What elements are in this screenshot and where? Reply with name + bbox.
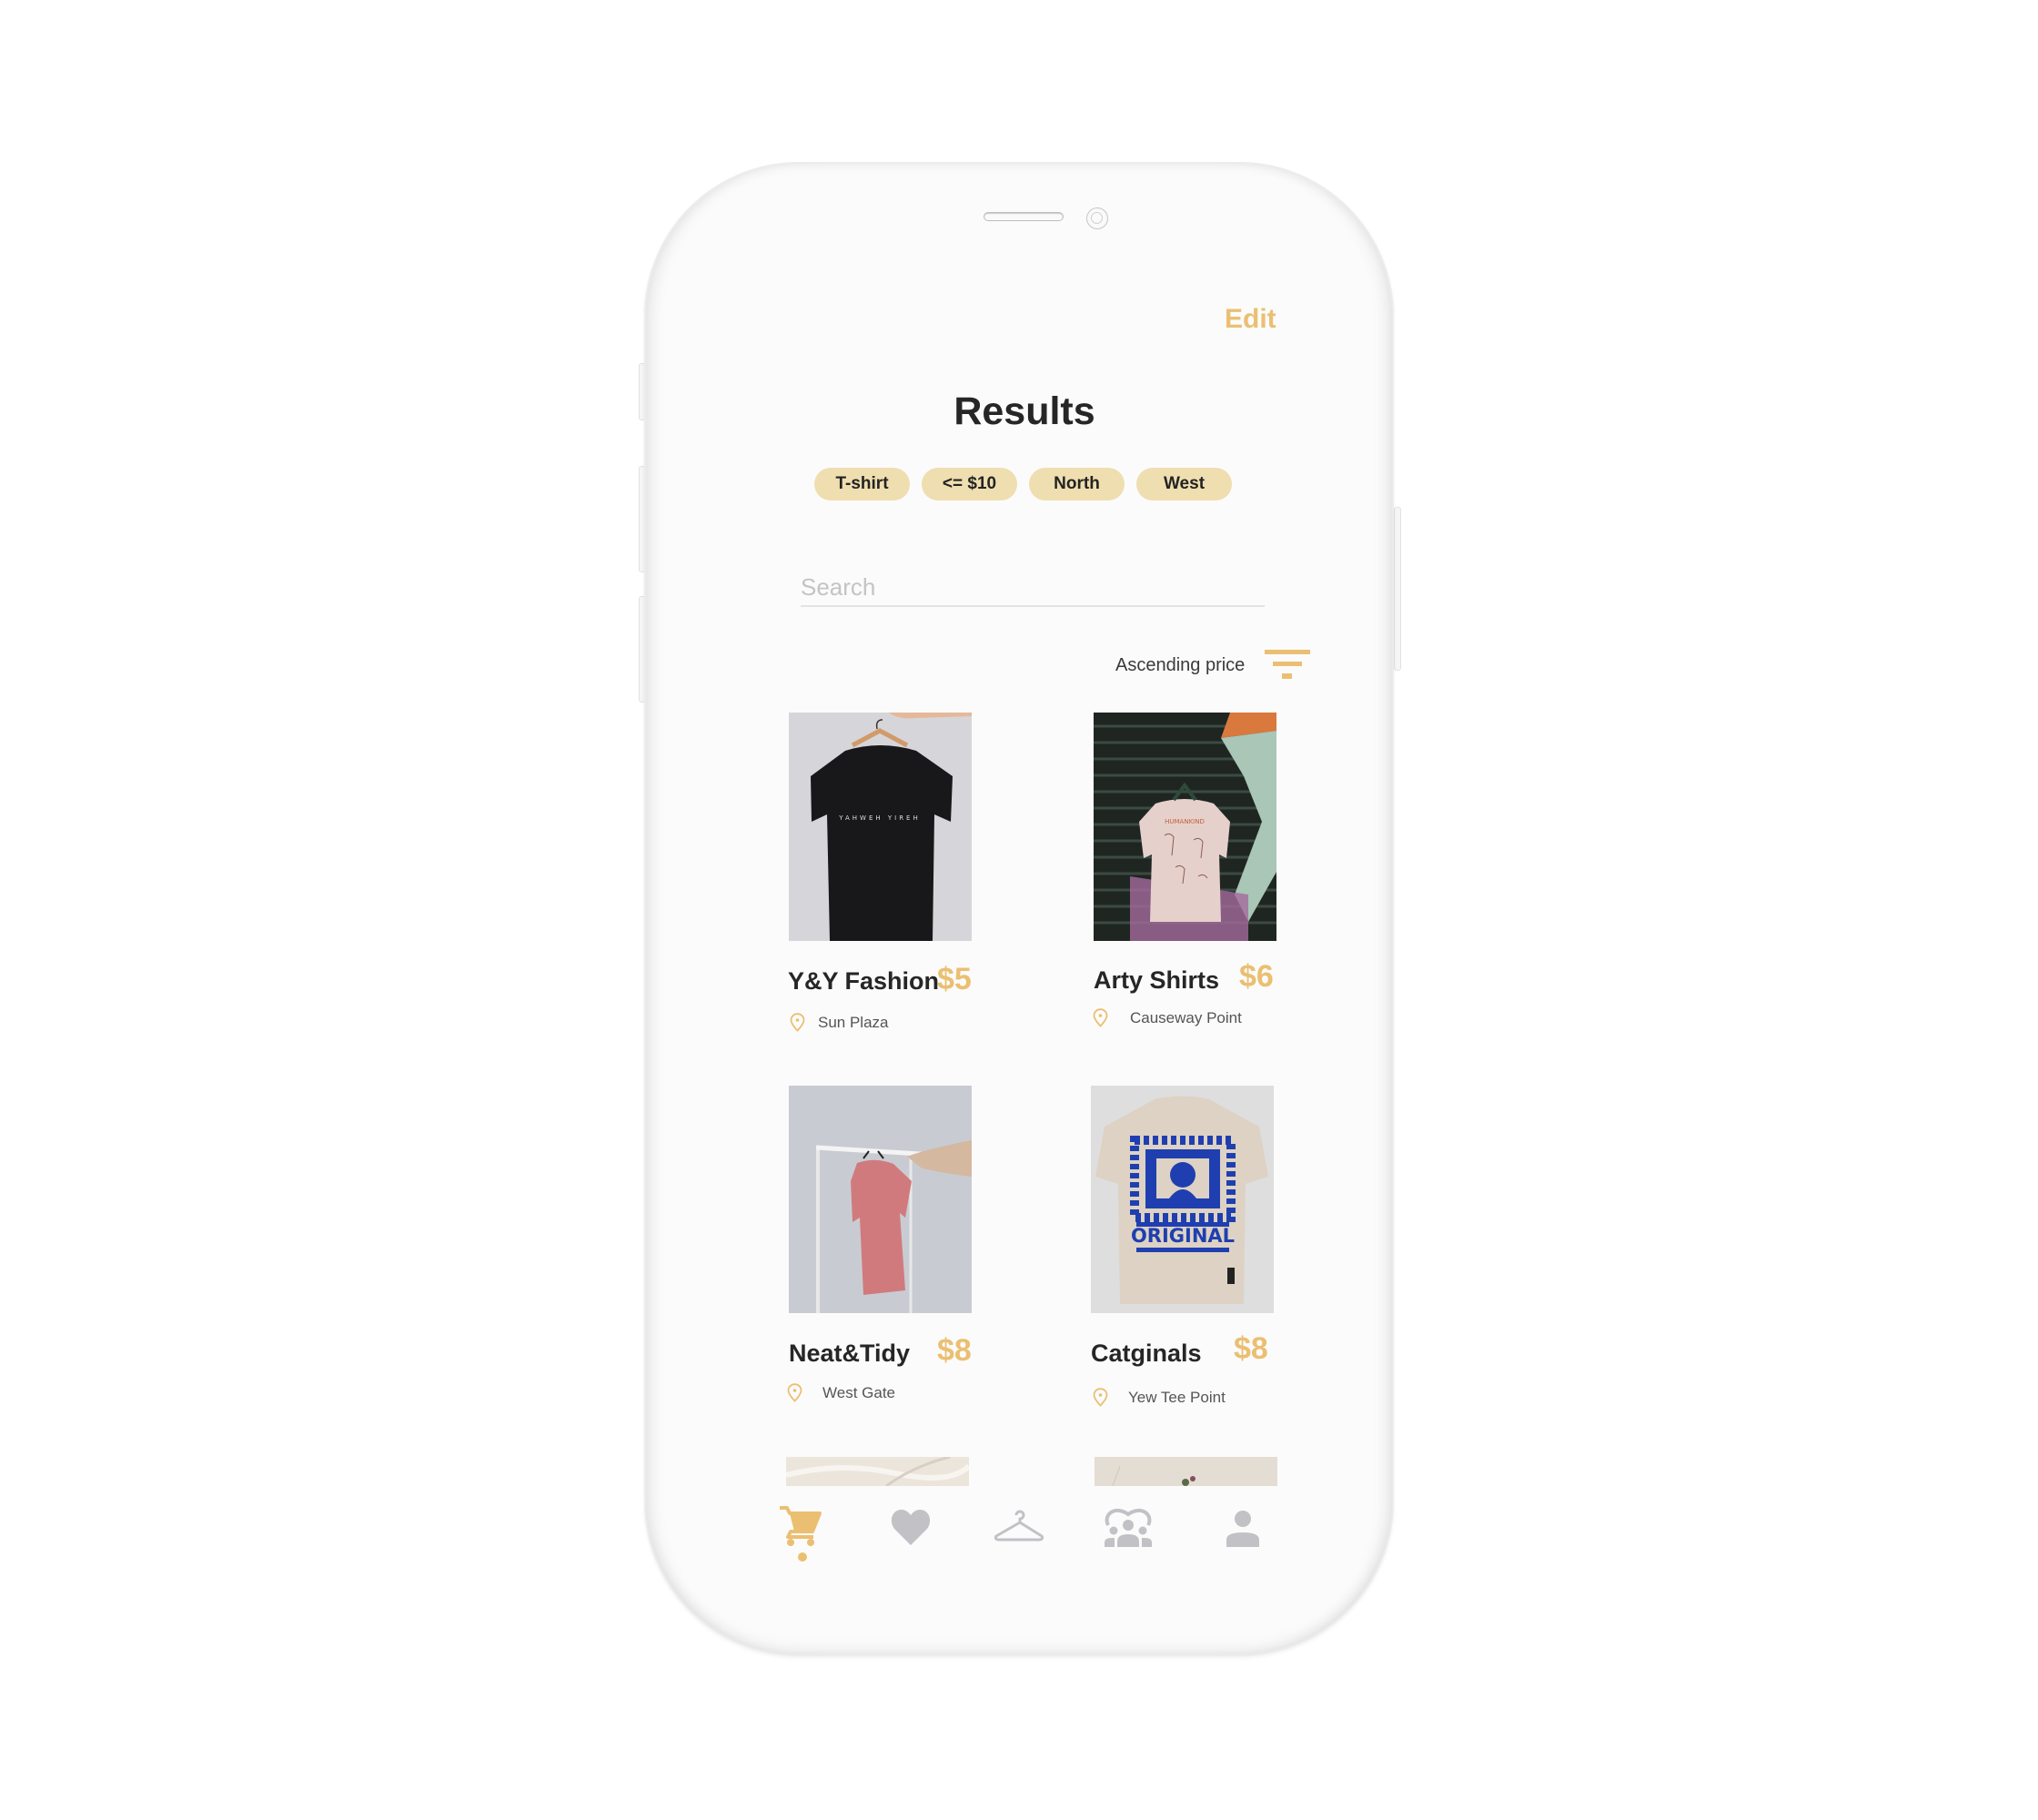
location-pin-icon <box>790 1013 805 1032</box>
location-text: Causeway Point <box>1130 1008 1242 1026</box>
product-location: Causeway Point <box>1093 1008 1242 1027</box>
heart-icon <box>891 1509 931 1545</box>
product-price: $8 <box>937 1333 972 1368</box>
filter-chip-region-west[interactable]: West <box>1136 468 1232 500</box>
filter-chip-price[interactable]: <= $10 <box>922 468 1017 500</box>
product-location: Sun Plaza <box>790 1013 889 1032</box>
product-price: $6 <box>1239 959 1274 994</box>
product-image[interactable]: YAHWEH YIREH <box>789 713 972 941</box>
location-pin-icon <box>1093 1008 1108 1027</box>
svg-text:ORIGINAL: ORIGINAL <box>1131 1225 1235 1247</box>
nav-cart[interactable] <box>774 1503 825 1554</box>
nav-profile[interactable] <box>1217 1503 1268 1554</box>
product-price: $8 <box>1234 1331 1268 1366</box>
product-image[interactable]: HUMANKIND <box>1094 713 1276 941</box>
product-image[interactable] <box>789 1086 972 1313</box>
product-location: West Gate <box>787 1383 895 1402</box>
power-button <box>1394 507 1401 671</box>
product-image-partial[interactable] <box>786 1457 969 1486</box>
filter-chips: T-shirt <= $10 North West <box>814 468 1232 500</box>
active-indicator-dot <box>798 1552 807 1562</box>
product-price: $5 <box>937 962 972 996</box>
cart-icon <box>780 1506 822 1546</box>
nav-wardrobe[interactable] <box>994 1502 1044 1552</box>
location-text: Sun Plaza <box>818 1013 889 1031</box>
product-name[interactable]: Catginals <box>1091 1340 1202 1368</box>
product-image[interactable]: ORIGINAL <box>1091 1086 1274 1313</box>
location-text: Yew Tee Point <box>1128 1388 1226 1406</box>
sort-label[interactable]: Ascending price <box>1115 655 1245 676</box>
page-title: Results <box>953 389 1095 433</box>
front-camera <box>1086 207 1108 229</box>
profile-icon <box>1226 1511 1259 1547</box>
search-input[interactable] <box>801 569 1265 607</box>
location-pin-icon <box>787 1383 802 1402</box>
location-text: West Gate <box>822 1383 895 1401</box>
location-pin-icon <box>1093 1388 1108 1407</box>
phone-frame <box>644 162 1394 1656</box>
nav-community[interactable] <box>1103 1502 1154 1552</box>
product-image-partial[interactable] <box>1095 1457 1277 1486</box>
svg-text:HUMANKIND: HUMANKIND <box>1165 818 1205 825</box>
product-name[interactable]: Neat&Tidy <box>789 1340 910 1368</box>
nav-favorites[interactable] <box>885 1502 936 1552</box>
product-name[interactable]: Y&Y Fashion <box>788 967 939 996</box>
hanger-icon <box>994 1510 1044 1542</box>
edit-button[interactable]: Edit <box>1225 304 1276 335</box>
community-icon <box>1105 1508 1152 1547</box>
filter-sort-icon[interactable] <box>1265 650 1310 681</box>
filter-chip-category[interactable]: T-shirt <box>814 468 910 500</box>
svg-text:YAHWEH YIREH: YAHWEH YIREH <box>838 814 921 822</box>
filter-chip-region-north[interactable]: North <box>1029 468 1125 500</box>
speaker-grille <box>984 212 1064 221</box>
product-location: Yew Tee Point <box>1093 1388 1226 1407</box>
product-name[interactable]: Arty Shirts <box>1094 966 1219 995</box>
